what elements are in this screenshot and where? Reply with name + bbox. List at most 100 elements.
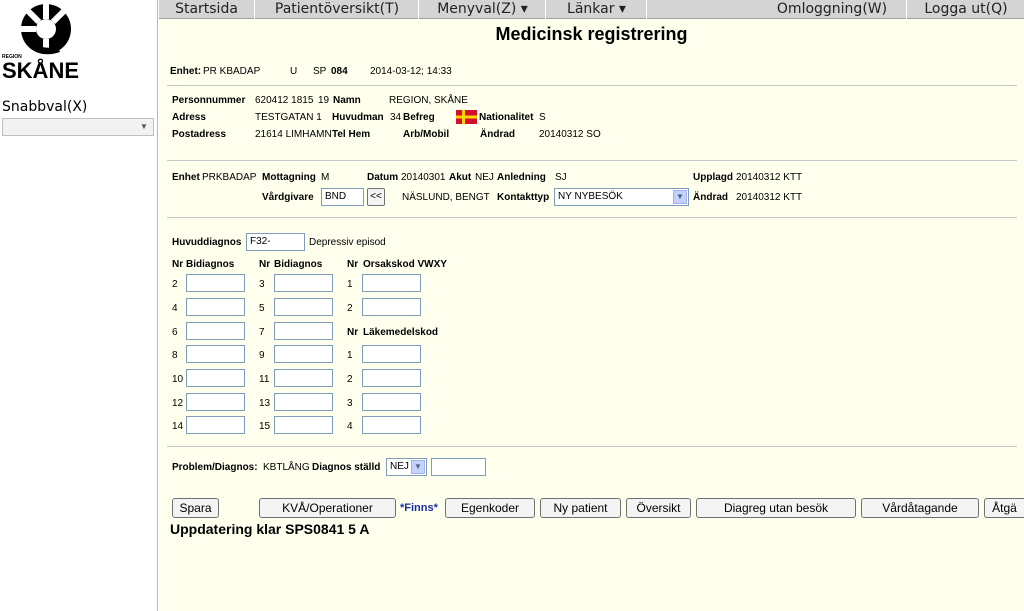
bidiagnos-input[interactable] (274, 345, 333, 363)
befreg-label: Befreg (403, 112, 435, 123)
bidiagnos-nr: 12 (172, 398, 184, 409)
bidiagnos-input[interactable] (186, 416, 245, 434)
menu-patientoversikt[interactable]: Patientöversikt(T) (256, 0, 419, 19)
logo-skane-text: SKÅNE (2, 57, 79, 82)
divider (167, 446, 1017, 447)
diagreg-utan-besok-button[interactable]: Diagreg utan besök (696, 498, 856, 518)
problem-value: KBTLÅNG (263, 462, 310, 473)
kontakttyp-select[interactable]: NY NYBESÖK ▼ (554, 188, 689, 206)
lakemedelskod-input[interactable] (362, 393, 421, 411)
snabbval-select[interactable]: ▼ (2, 118, 154, 136)
menu-omloggning[interactable]: Omloggning(W) (758, 0, 907, 19)
personnummer-num: 19 (318, 95, 330, 106)
huvuddiagnos-label: Huvuddiagnos (172, 237, 242, 248)
andrad-value: 20140312 SO (539, 129, 601, 140)
finns-indicator: *Finns* (400, 502, 438, 514)
bidiagnos-input[interactable] (186, 345, 245, 363)
enhet-label: Enhet: (170, 66, 202, 77)
orsakskod-input[interactable] (362, 274, 421, 292)
spara-button[interactable]: Spara (172, 498, 219, 518)
nationalitet-value: S (539, 112, 546, 123)
diagnos-stalld-select[interactable]: NEJ ▼ (386, 458, 427, 476)
akut-label: Akut (449, 172, 472, 183)
menu-lankar[interactable]: Länkar ▾ (547, 0, 647, 19)
namn-label: Namn (333, 95, 361, 106)
header-datetime: 2014-03-12; 14:33 (370, 66, 452, 77)
bidiagnos-input[interactable] (274, 393, 333, 411)
bidiagnos-nr: 4 (172, 303, 178, 314)
enhet-value: PR KBADAP (203, 66, 261, 77)
divider (167, 85, 1017, 86)
chevron-down-icon[interactable]: ▼ (137, 121, 151, 133)
nationalitet-label: Nationalitet (479, 112, 534, 123)
bidiagnos-nr: 14 (172, 421, 184, 432)
bidiagnos-nr: 10 (172, 374, 184, 385)
region-skane-logo: REGION SKÅNE (2, 2, 92, 83)
vardgivare-input[interactable]: BND (321, 188, 364, 206)
visit-andrad-value: 20140312 KTT (736, 192, 803, 203)
main-content: Medicinsk registrering Enhet: PR KBADAP … (159, 19, 1024, 611)
bidiagnos-nr: 8 (172, 350, 178, 361)
bidiagnos-input[interactable] (186, 393, 245, 411)
bidiagnos-input[interactable] (186, 298, 245, 316)
kontakttyp-label: Kontakttyp (497, 192, 550, 203)
sp-label: SP (313, 66, 327, 77)
lakemedelskod-input[interactable] (362, 416, 421, 434)
chevron-down-icon[interactable]: ▼ (673, 190, 687, 204)
adress-value: TESTGATAN 1 (255, 112, 322, 123)
lakemedelskod-header: Läkemedelskod (363, 327, 439, 338)
sidebar: REGION SKÅNE Snabbval(X) ▼ (0, 0, 158, 611)
mottagning-value: M (321, 172, 330, 183)
lakemedelskod-input[interactable] (362, 369, 421, 387)
snabbval-label: Snabbval(X) (2, 99, 88, 115)
bidiagnos-input[interactable] (186, 274, 245, 292)
huvuddiagnos-input[interactable]: F32- (246, 233, 305, 251)
menu-menyval[interactable]: Menyval(Z) ▾ (420, 0, 546, 19)
menu-startsida[interactable]: Startsida (159, 0, 255, 19)
bidiagnos-input[interactable] (274, 369, 333, 387)
bidiagnos-input[interactable] (274, 274, 333, 292)
page-title: Medicinsk registrering (495, 24, 688, 44)
vardgivare-lookup-button[interactable]: << (367, 188, 385, 206)
arbmobil-label: Arb/Mobil (403, 129, 450, 140)
orsakskod-nr: 2 (347, 303, 353, 314)
huvudman-label: Huvudman (332, 112, 384, 123)
atgard-button[interactable]: Åtgä (984, 498, 1024, 518)
kontakttyp-value: NY NYBESÖK (558, 191, 623, 202)
personnummer-value: 620412 1815 (255, 95, 314, 106)
bidiagnos-input[interactable] (186, 322, 245, 340)
chevron-down-icon[interactable]: ▼ (411, 460, 425, 474)
lakemedelskod-nr: 2 (347, 374, 353, 385)
vardatagande-button[interactable]: Vårdåtagande (861, 498, 979, 518)
diagnos-stalld-value: NEJ (390, 461, 409, 472)
kva-operationer-button[interactable]: KVÅ/Operationer (259, 498, 396, 518)
divider (167, 160, 1017, 161)
huvudman-value: 34 (390, 112, 402, 123)
diagnos-stalld-input[interactable] (431, 458, 486, 476)
namn-value: REGION, SKÅNE (389, 95, 468, 106)
bidiagnos-nr: 6 (172, 327, 178, 338)
huvuddiagnos-text: Depressiv episod (309, 237, 386, 248)
bidiagnos-input[interactable] (186, 369, 245, 387)
bidiagnos-nr: 2 (172, 279, 178, 290)
status-message: Uppdatering klar SPS0841 5 A (170, 521, 370, 537)
bidiagnos-input[interactable] (274, 298, 333, 316)
menu-logga-ut[interactable]: Logga ut(Q) (908, 0, 1024, 19)
bidiagnos-input[interactable] (274, 322, 333, 340)
bidiagnos-nr: 15 (259, 421, 271, 432)
datum-value: 20140301 (401, 172, 446, 183)
lakemedelskod-nr: 1 (347, 350, 353, 361)
bidiagnos-nr-header: Nr (172, 259, 184, 270)
orsakskod-nr: 1 (347, 279, 353, 290)
bidiagnos-input[interactable] (274, 416, 333, 434)
bidiagnos-nr: 9 (259, 350, 265, 361)
ny-patient-button[interactable]: Ny patient (540, 498, 621, 518)
egenkoder-button[interactable]: Egenkoder (445, 498, 535, 518)
lakemedelskod-nr-header: Nr (347, 327, 359, 338)
orsakskod-input[interactable] (362, 298, 421, 316)
oversikt-button[interactable]: Översikt (626, 498, 691, 518)
upplagd-label: Upplagd (693, 172, 733, 183)
bidiagnos-nr-header: Nr (259, 259, 271, 270)
bidiagnos-header: Bidiagnos (186, 259, 235, 270)
lakemedelskod-input[interactable] (362, 345, 421, 363)
